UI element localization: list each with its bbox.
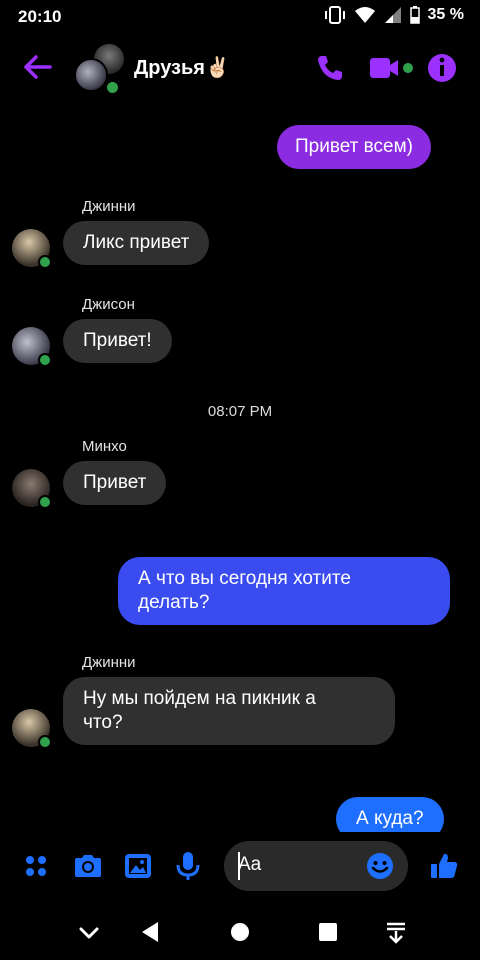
message-text: Привет	[83, 472, 147, 493]
timestamp: 08:07 PM	[207, 403, 273, 420]
sender-avatar[interactable]	[12, 229, 52, 269]
chat-header: Друзья✌🏻	[0, 38, 480, 98]
gallery-icon[interactable]	[122, 850, 154, 882]
sender-name: Джисон	[82, 296, 135, 313]
partial-message-clip: А куда?	[336, 797, 450, 832]
emoji-icon[interactable]	[366, 852, 394, 880]
status-icons: 35 %	[324, 6, 464, 24]
status-bar: 20:10 35 %	[0, 0, 480, 34]
online-indicator	[38, 255, 52, 269]
nav-home-icon[interactable]	[225, 917, 255, 947]
sender-avatar[interactable]	[12, 469, 52, 509]
online-indicator	[38, 735, 52, 749]
wifi-icon	[354, 7, 375, 23]
message-text: Ну мы пойдем на пикник а	[83, 688, 316, 709]
message-text: Ликс привет	[83, 232, 190, 253]
message-text: А куда?	[356, 808, 424, 829]
nav-notifications-icon[interactable]	[381, 917, 411, 947]
message-placeholder: Aa	[238, 854, 262, 875]
thumbs-up-icon[interactable]	[428, 850, 460, 882]
nav-recents-icon[interactable]	[313, 917, 343, 947]
battery-icon	[409, 6, 420, 24]
message-bubble-incoming[interactable]: Привет!	[63, 319, 172, 363]
message-bubble-incoming[interactable]: Ну мы пойдем на пикник а что?	[63, 677, 395, 745]
message-text: что?	[83, 712, 123, 733]
apps-icon[interactable]	[20, 850, 52, 882]
info-icon[interactable]	[424, 50, 460, 86]
back-arrow-icon[interactable]	[20, 50, 54, 84]
status-time: 20:10	[18, 7, 62, 26]
video-call-icon[interactable]	[368, 50, 416, 86]
message-text: А что вы сегодня хотите	[138, 568, 351, 589]
chat-title[interactable]: Друзья✌🏻	[134, 55, 230, 80]
message-bubble-incoming[interactable]: Ликс привет	[63, 221, 210, 265]
phone-icon[interactable]	[312, 50, 348, 86]
online-indicator	[105, 80, 120, 95]
message-bubble-outgoing[interactable]: А куда?	[336, 797, 444, 832]
camera-icon[interactable]	[72, 850, 104, 882]
message-input[interactable]: Aa	[224, 841, 408, 891]
chevron-down-icon[interactable]	[74, 917, 104, 947]
online-indicator	[38, 353, 52, 367]
sender-name: Джинни	[82, 198, 136, 215]
online-indicator	[38, 495, 52, 509]
vibrate-icon	[324, 6, 345, 24]
member-avatar	[74, 58, 108, 92]
signal-icon	[384, 7, 401, 23]
microphone-icon[interactable]	[172, 850, 204, 882]
message-bubble-incoming[interactable]: Привет	[63, 461, 167, 505]
sender-name: Минхо	[82, 438, 127, 455]
battery-percent: 35 %	[427, 6, 464, 23]
sender-avatar[interactable]	[12, 709, 52, 749]
message-bubble-outgoing[interactable]: А что вы сегодня хотите делать?	[118, 557, 450, 625]
message-text: Привет всем)	[295, 136, 413, 157]
message-text: делать?	[138, 592, 210, 613]
sender-name: Джинни	[82, 654, 136, 671]
nav-back-icon[interactable]	[136, 917, 166, 947]
sender-avatar[interactable]	[12, 327, 52, 367]
system-nav-bar	[0, 905, 480, 960]
message-bubble-outgoing[interactable]: Привет всем)	[277, 125, 431, 169]
message-composer: Aa	[0, 836, 480, 896]
message-text: Привет!	[83, 330, 152, 351]
group-avatar[interactable]	[72, 42, 126, 96]
